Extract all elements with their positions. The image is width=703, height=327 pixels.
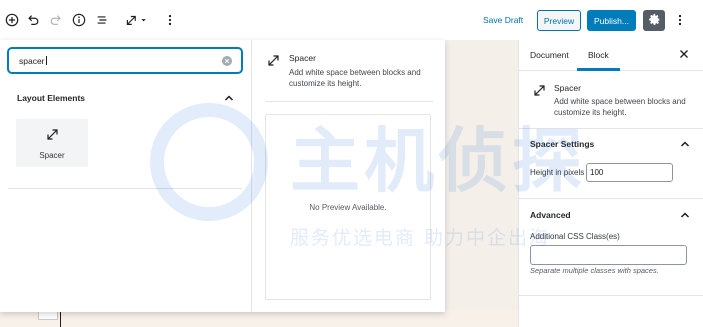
divider	[519, 198, 703, 199]
vertical-ellipsis-icon[interactable]	[162, 12, 178, 28]
preview-title: Spacer	[289, 53, 316, 63]
resize-arrow-icon	[534, 85, 545, 96]
css-class-input[interactable]	[530, 245, 687, 265]
block-type-switcher[interactable]	[123, 12, 151, 28]
tab-document[interactable]: Document	[530, 50, 569, 60]
sidebar-tabs: Document Block	[519, 40, 703, 71]
height-label: Height in pixels	[530, 168, 585, 177]
advanced-toggle[interactable]: Advanced	[519, 200, 703, 230]
divider	[265, 101, 433, 102]
block-item-spacer[interactable]: Spacer	[16, 119, 88, 167]
info-icon[interactable]	[71, 12, 87, 28]
block-card-title: Spacer	[554, 83, 581, 93]
search-value: spacer	[19, 56, 45, 66]
block-item-label: Spacer	[39, 151, 65, 160]
category-layout-elements[interactable]: Layout Elements	[8, 87, 242, 109]
tab-block[interactable]: Block	[588, 50, 609, 60]
height-input[interactable]	[586, 163, 673, 182]
canvas-block-edge	[38, 312, 58, 320]
block-card: Spacer Add white space between blocks an…	[519, 71, 703, 129]
resize-arrow-icon	[46, 129, 58, 140]
close-icon[interactable]	[679, 49, 689, 59]
inserter-list: spacer Layout Elements Spacer	[0, 40, 252, 312]
publish-button[interactable]: Publish...	[587, 10, 636, 31]
editor-canvas	[445, 40, 518, 327]
block-preview-panel: Spacer Add white space between blocks an…	[253, 40, 445, 312]
panel-title: Spacer Settings	[530, 139, 595, 149]
settings-button[interactable]	[643, 10, 665, 31]
block-inserter: spacer Layout Elements Spacer Spacer Add…	[0, 40, 445, 312]
canvas-divider	[60, 312, 61, 327]
block-card-description: Add white space between blocks and custo…	[554, 97, 686, 117]
preview-description: Add white space between blocks and custo…	[289, 68, 421, 88]
editor-canvas-bottom	[0, 310, 518, 327]
chevron-up-icon	[680, 212, 690, 218]
css-class-label: Additional CSS Class(es)	[530, 232, 620, 241]
block-search-input[interactable]: spacer	[8, 48, 242, 73]
divider	[8, 188, 242, 189]
clear-search-icon[interactable]	[222, 56, 232, 66]
list-icon[interactable]	[94, 12, 110, 28]
undo-icon[interactable]	[25, 12, 41, 28]
chevron-up-icon	[680, 141, 690, 147]
save-draft-button[interactable]: Save Draft	[483, 15, 523, 25]
settings-sidebar: Document Block Spacer Add white space be…	[518, 40, 703, 327]
chevron-up-icon	[224, 95, 234, 101]
no-preview-text: No Preview Available.	[309, 202, 387, 212]
spacer-settings-toggle[interactable]: Spacer Settings	[519, 129, 703, 159]
css-class-help: Separate multiple classes with spaces.	[530, 266, 659, 275]
preview-box: No Preview Available.	[265, 114, 431, 300]
resize-arrow-icon	[268, 55, 279, 66]
gear-icon	[648, 13, 661, 28]
top-toolbar: Save Draft Preview Publish...	[0, 0, 703, 40]
category-title: Layout Elements	[17, 93, 86, 103]
divider	[519, 295, 703, 296]
preview-button[interactable]: Preview	[537, 10, 581, 31]
plus-circle-icon[interactable]	[4, 12, 20, 28]
redo-icon[interactable]	[48, 12, 64, 28]
panel-title: Advanced	[530, 210, 571, 220]
more-options-icon[interactable]	[672, 12, 688, 28]
